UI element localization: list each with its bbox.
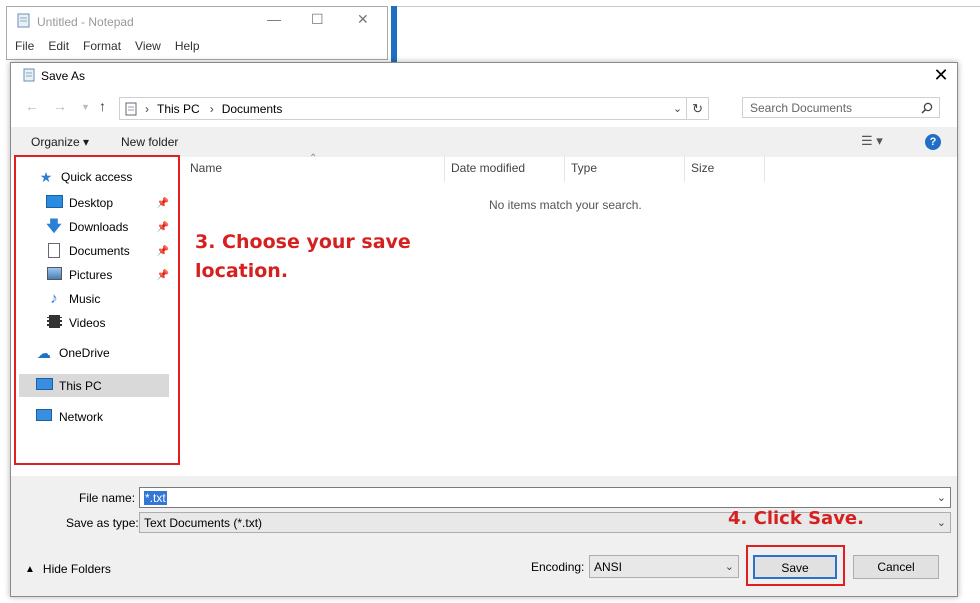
nav-pane-highlight-box (14, 155, 180, 465)
notepad-icon (23, 68, 35, 82)
encoding-label: Encoding: (531, 560, 585, 574)
menu-edit[interactable]: Edit (48, 39, 69, 53)
notepad-menubar: File Edit Format View Help (15, 39, 200, 53)
hide-folders-toggle[interactable]: ▲ Hide Folders (25, 562, 111, 576)
organize-button[interactable]: Organize ▾ (31, 135, 89, 149)
documents-icon (125, 102, 137, 115)
file-name-input[interactable]: *.txt ⌄ (139, 487, 951, 508)
recent-locations-icon[interactable]: ▼ (81, 102, 90, 112)
maximize-icon[interactable]: ☐ (311, 11, 324, 28)
empty-message: No items match your search. (489, 198, 642, 212)
step3-annotation: 3. Choose your save location. (195, 228, 411, 286)
notepad-window: Untitled - Notepad — ☐ ✕ File Edit Forma… (6, 6, 388, 60)
chevron-down-icon[interactable]: ⌄ (937, 491, 946, 504)
step3-line2: location. (195, 260, 289, 282)
new-folder-button[interactable]: New folder (121, 135, 178, 149)
sort-up-icon: ⌃ (309, 153, 318, 164)
column-divider[interactable] (764, 156, 765, 182)
close-icon[interactable]: ✕ (931, 64, 951, 86)
column-name[interactable]: Name (190, 161, 222, 175)
search-box[interactable]: Search Documents (742, 97, 940, 118)
address-bar[interactable]: › This PC › Documents ⌄ ↻ (119, 97, 709, 120)
column-divider[interactable] (444, 156, 445, 182)
notepad-icon (17, 13, 30, 28)
column-divider[interactable] (564, 156, 565, 182)
notepad-title: Untitled - Notepad (37, 15, 134, 29)
breadcrumb-this-pc[interactable]: This PC (157, 102, 200, 116)
menu-view[interactable]: View (135, 39, 161, 53)
column-date-modified[interactable]: Date modified (451, 161, 525, 175)
encoding-select[interactable]: ANSI ⌄ (589, 555, 739, 578)
chevron-right-icon[interactable]: › (145, 102, 149, 116)
search-placeholder: Search Documents (750, 100, 853, 115)
forward-arrow-icon[interactable]: → (53, 98, 67, 114)
file-name-value: *.txt (144, 490, 167, 505)
chevron-down-icon[interactable]: ⌄ (673, 102, 682, 115)
background-window-border (397, 6, 980, 7)
chevron-up-icon: ▲ (25, 563, 35, 575)
background-window-edge (391, 6, 397, 66)
menu-help[interactable]: Help (175, 39, 200, 53)
cancel-button[interactable]: Cancel (853, 555, 939, 579)
step3-line1: 3. Choose your save (195, 231, 411, 253)
dialog-title: Save As (41, 69, 86, 83)
notepad-close-icon[interactable]: ✕ (357, 11, 369, 28)
view-options-icon[interactable]: ☰ ▾ (861, 133, 883, 149)
breadcrumb-documents[interactable]: Documents (222, 102, 283, 116)
file-name-label: File name: (79, 491, 136, 505)
up-arrow-icon[interactable]: ↑ (99, 98, 106, 114)
save-button-highlight-box (746, 545, 845, 586)
help-icon[interactable]: ? (925, 134, 941, 150)
menu-file[interactable]: File (15, 39, 34, 53)
encoding-value: ANSI (594, 559, 623, 574)
hide-folders-label: Hide Folders (42, 562, 111, 576)
minimize-icon[interactable]: — (267, 11, 281, 27)
menu-format[interactable]: Format (83, 39, 121, 53)
address-divider (686, 98, 688, 119)
back-arrow-icon[interactable]: ← (25, 98, 39, 114)
column-size[interactable]: Size (691, 161, 714, 175)
save-as-type-value: Text Documents (*.txt) (144, 515, 263, 530)
column-type[interactable]: Type (571, 161, 597, 175)
chevron-down-icon[interactable]: ⌄ (725, 560, 734, 573)
chevron-right-icon[interactable]: › (210, 102, 214, 116)
step4-annotation: 4. Click Save. (728, 508, 864, 529)
refresh-icon[interactable]: ↻ (692, 101, 703, 117)
search-icon (921, 102, 933, 114)
column-divider[interactable] (684, 156, 685, 182)
save-as-type-label: Save as type: (66, 516, 139, 530)
chevron-down-icon[interactable]: ⌄ (937, 516, 946, 529)
